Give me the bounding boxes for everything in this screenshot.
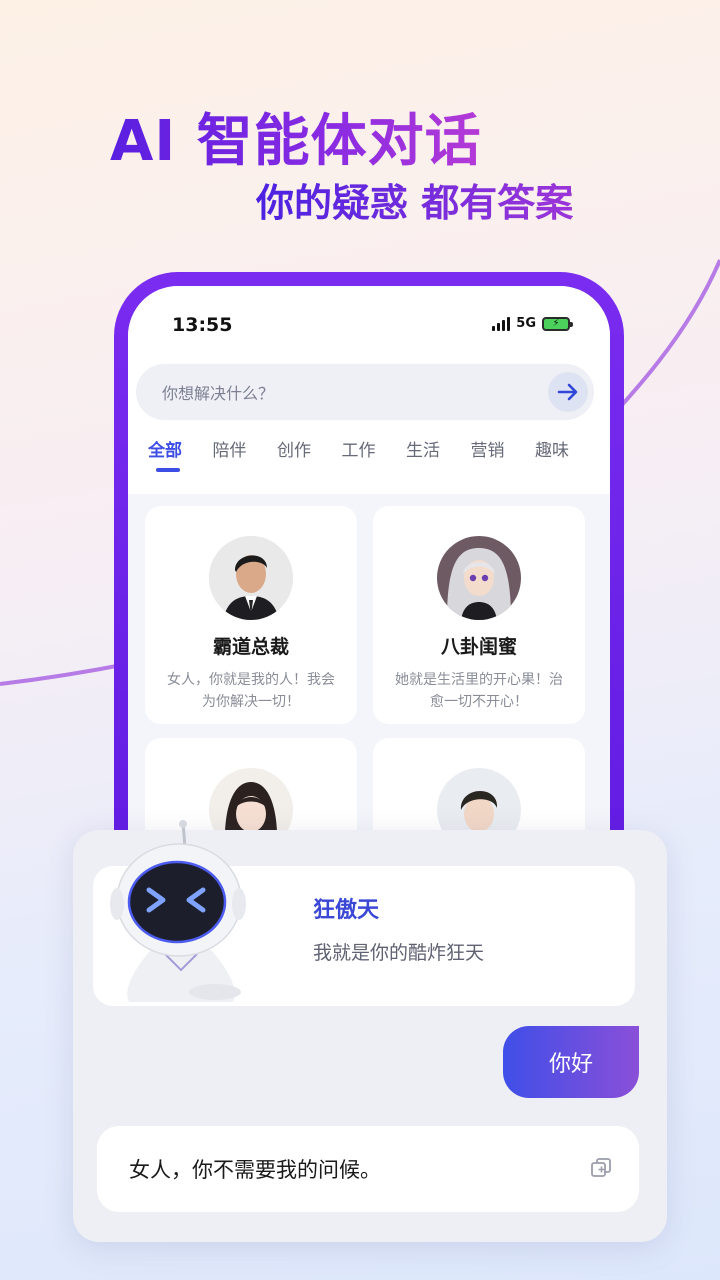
bot-reply-text: 女人，你不需要我的问候。 [129,1158,381,1182]
search-submit-button[interactable] [548,372,588,412]
battery-charging-icon: ⚡ [542,316,573,331]
bot-name: 狂傲天 [313,898,380,923]
agent-card[interactable]: 霸道总裁 女人，你就是我的人！我会为你解决一切！ [145,506,357,724]
tab-marketing[interactable]: 营销 [471,436,536,461]
bot-reply-bubble: 女人，你不需要我的问候。 [97,1126,639,1212]
tab-creation[interactable]: 创作 [277,436,342,461]
arrow-right-icon [557,383,578,401]
search-bar[interactable]: 你想解决什么？ [136,364,594,420]
tab-all[interactable]: 全部 [148,436,213,472]
avatar [209,536,293,620]
status-time: 13:55 [172,314,233,336]
tab-life[interactable]: 生活 [406,436,471,461]
agent-name: 霸道总裁 [212,636,289,658]
hero-title: AI 智能体对话 [110,96,482,177]
network-type: 5G [516,316,536,331]
agent-desc: 女人，你就是我的人！我会为你解决一切！ [167,672,335,710]
search-input[interactable]: 你想解决什么？ [162,380,274,404]
copy-icon[interactable] [589,1156,613,1180]
bot-intro: 我就是你的酷炸狂天 [313,942,485,964]
agent-desc: 她就是生活里的开心果！治愈一切不开心！ [395,672,563,710]
hero-subtitle: 你的疑惑 都有答案 [256,172,573,227]
user-message-bubble: 你好 [503,1026,639,1098]
agent-card[interactable]: 八卦闺蜜 她就是生活里的开心果！治愈一切不开心！ [373,506,585,724]
tab-work[interactable]: 工作 [342,436,407,461]
tab-companion[interactable]: 陪伴 [213,436,278,461]
category-tabs: 全部 陪伴 创作 工作 生活 营销 趣味 [148,436,600,472]
robot-mascot-icon [110,820,246,1002]
avatar [437,536,521,620]
chat-panel: 狂傲天 我就是你的酷炸狂天 你好 女人，你不需要我的问候。 [73,820,667,1242]
signal-icon [492,316,511,331]
tab-fun[interactable]: 趣味 [535,436,600,461]
app-header: 13:55 5G ⚡ 你想解决什么？ 全部 陪伴 创作 工作 生活 营销 趣味 [128,286,610,494]
status-indicators: 5G ⚡ [492,316,573,331]
agent-name: 八卦闺蜜 [440,636,517,658]
